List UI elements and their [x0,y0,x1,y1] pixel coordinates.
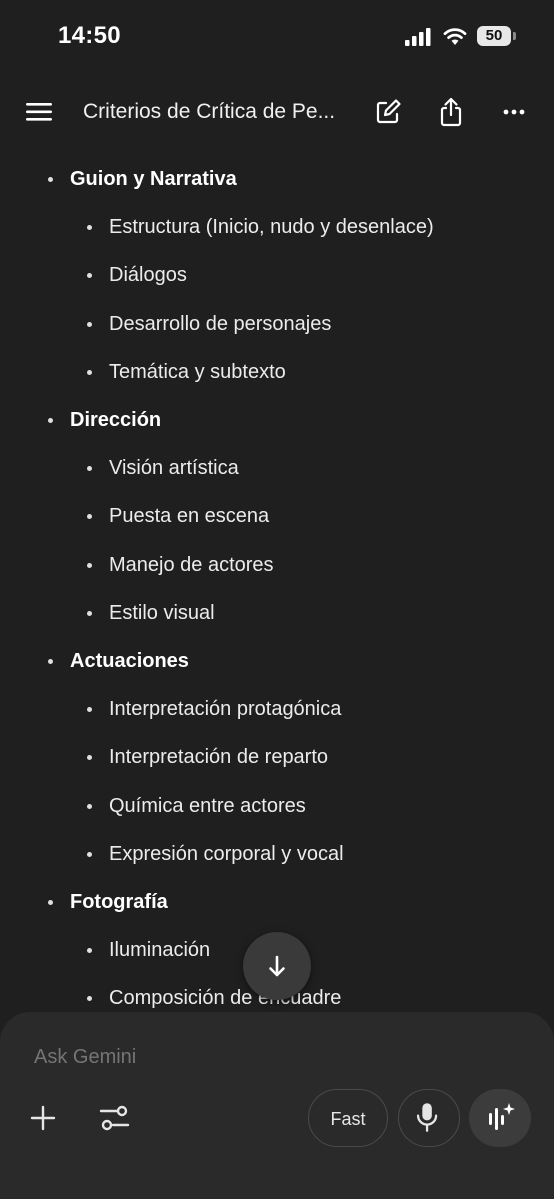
outline-subitem: Temática y subtexto [87,361,286,384]
bullet [87,273,92,279]
app-header: Criterios de Crítica de Pe... [0,82,554,142]
bullet [87,755,92,761]
bullet [87,948,92,954]
tools-icon[interactable] [97,1101,133,1135]
mode-selector-button[interactable]: Fast [308,1089,388,1147]
bullet [87,562,92,568]
outline-section-label: Dirección [70,409,162,431]
outline-section-label: Guion y Narrativa [70,168,237,190]
cellular-signal-icon [405,28,431,46]
battery-cap [513,32,516,40]
wifi-icon [443,28,467,45]
outline-subitem: Diálogos [87,264,187,287]
outline-subitem-label: Interpretación protagónica [109,698,342,721]
ask-gemini-input[interactable] [34,1046,514,1069]
battery-icon: 50 [477,26,511,46]
bullet [87,803,92,809]
share-icon[interactable] [435,96,467,128]
outline-subitem-label: Química entre actores [109,794,306,817]
outline-subitem: Estilo visual [87,602,215,625]
conversation-title[interactable]: Criterios de Crítica de Pe... [83,100,353,124]
arrow-down-icon [269,955,285,977]
live-icon [489,1103,515,1130]
outline-subitem-label: Temática y subtexto [109,360,286,383]
response-outline: Guion y Narrativa Estructura (Inicio, nud… [0,156,554,1016]
bullet [87,996,92,1002]
status-time: 14:50 [58,22,121,49]
outline-section-item: Guion y Narrativa [48,168,237,191]
microphone-button[interactable] [398,1089,460,1147]
outline-subitem-label: Expresión corporal y vocal [109,842,344,865]
outline-subitem: Expresión corporal y vocal [87,843,344,866]
outline-subitem: Visión artística [87,457,239,480]
outline-subitem-label: Iluminación [109,939,211,962]
scroll-down-button[interactable] [243,932,311,1000]
outline-subitem-label: Desarrollo de personajes [109,312,332,335]
outline-subitem: Estructura (Inicio, nudo y desenlace) [87,216,434,239]
outline-subitem-label: Manejo de actores [109,553,274,576]
edit-icon[interactable] [372,96,404,128]
outline-subitem: Interpretación de reparto [87,746,328,769]
outline-subitem-label: Estilo visual [109,601,215,624]
outline-section-item: Actuaciones [48,650,189,673]
outline-section-label: Fotografía [70,891,168,913]
outline-subitem: Manejo de actores [87,554,274,577]
status-bar: 14:50 50 [0,0,554,74]
outline-subitem: Desarrollo de personajes [87,313,331,336]
outline-subitem: Iluminación [87,939,210,962]
bullet [87,514,92,520]
bullet [87,369,92,375]
outline-subitem-label: Interpretación de reparto [109,746,329,769]
outline-subitem-label: Estructura (Inicio, nudo y desenlace) [109,216,434,239]
outline-subitem-label: Visión artística [109,457,239,480]
outline-section-label: Actuaciones [70,650,189,672]
bullet [48,177,53,182]
outline-subitem-label: Diálogos [109,264,187,287]
outline-subitem-label: Puesta en escena [109,505,270,528]
live-button[interactable] [469,1089,531,1147]
outline-subitem: Interpretación protagónica [87,698,341,721]
composer: Fast [0,1012,554,1199]
plus-icon[interactable] [26,1101,60,1135]
mic-icon [416,1103,438,1132]
more-icon[interactable] [498,96,530,128]
bullet [48,659,53,664]
outline-subitem: Puesta en escena [87,505,269,528]
bullet [87,321,92,327]
bullet [87,851,92,857]
bullet [48,900,53,905]
bullet [87,610,92,616]
outline-section-item: Dirección [48,409,161,432]
outline-subitem: Química entre actores [87,795,306,818]
bullet [48,418,53,423]
menu-icon[interactable] [22,97,58,127]
outline-section-item: Fotografía [48,891,168,914]
bullet [87,466,92,472]
bullet [87,225,92,231]
bullet [87,707,92,713]
